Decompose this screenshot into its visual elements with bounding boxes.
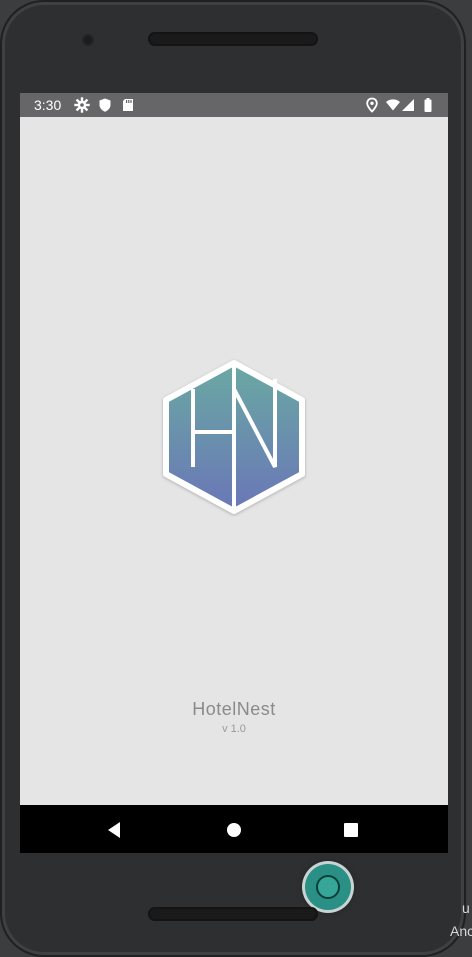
recents-square-icon[interactable] (340, 819, 362, 841)
location-icon (366, 97, 378, 113)
side-text-1: u (462, 900, 470, 916)
sd-card-icon (123, 99, 133, 111)
navigation-bar (20, 805, 448, 853)
side-text-2: Anc (450, 923, 472, 939)
signal-icon (402, 99, 414, 111)
bottom-speaker-grille (148, 907, 318, 921)
wifi-icon (386, 99, 400, 111)
status-time: 3:30 (34, 97, 62, 113)
gear-icon (74, 97, 90, 113)
splash-screen: HotelNest v 1.0 (20, 117, 448, 805)
front-camera (82, 34, 94, 46)
hotelnest-logo (163, 360, 305, 514)
top-speaker-grille (148, 32, 318, 46)
battery-icon (424, 98, 432, 112)
back-icon[interactable] (104, 819, 126, 841)
home-circle-icon[interactable] (223, 819, 245, 841)
app-version: v 1.0 (222, 723, 246, 735)
shield-icon (99, 98, 111, 112)
device-screen: 3:30 HotelNest v 1.0 (20, 93, 448, 853)
phone-frame: 3:30 HotelNest v 1.0 (0, 0, 466, 957)
emulator-fab-button[interactable] (305, 864, 351, 910)
app-name: HotelNest (192, 699, 276, 719)
fab-inner-circle (316, 875, 340, 899)
status-bar: 3:30 (20, 93, 448, 117)
